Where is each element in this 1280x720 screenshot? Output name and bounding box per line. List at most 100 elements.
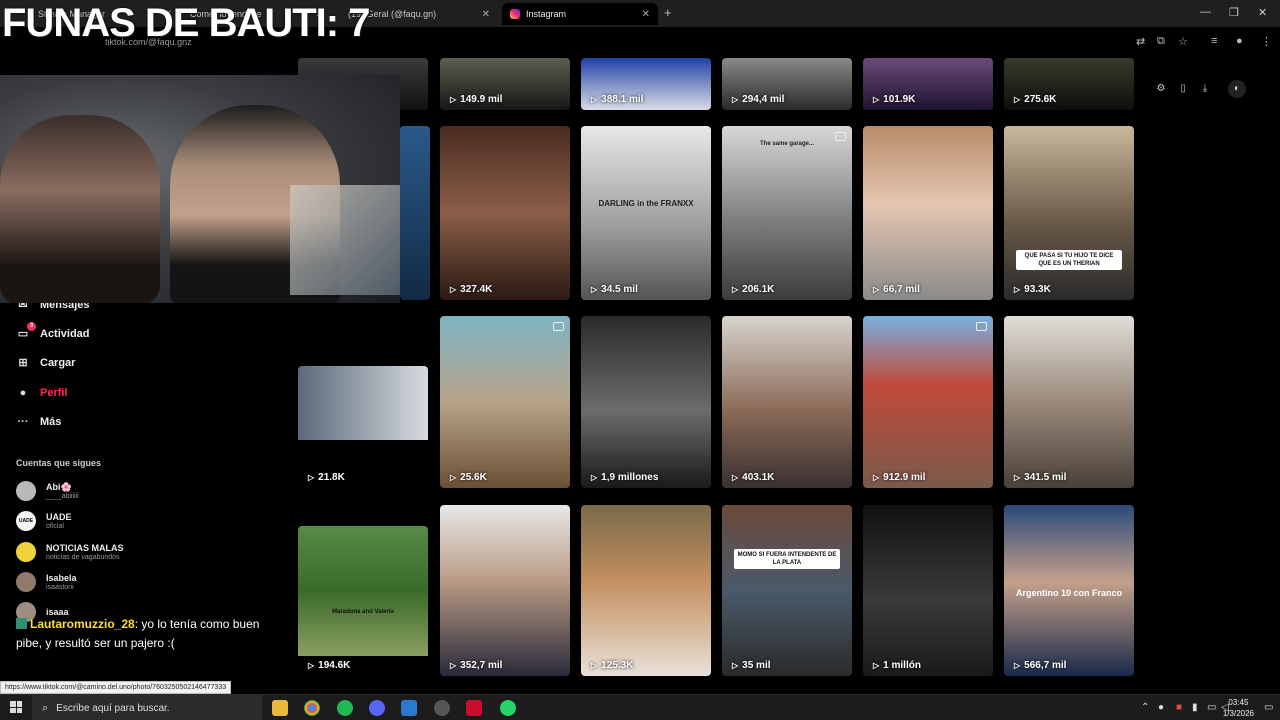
download-icon[interactable]: ⤓ — [1196, 80, 1214, 98]
video-caption: Maradona and Valeria — [332, 609, 394, 615]
following-item[interactable]: Abi🌸 ____abiiiiii — [16, 481, 79, 501]
view-count: ▷ 125.3K — [591, 660, 634, 671]
video-thumbnail[interactable] — [400, 126, 430, 300]
sidebar-item-cargar[interactable]: ⊞ Cargar — [16, 356, 75, 370]
video-thumbnail[interactable]: ▷ 25.6K — [440, 316, 570, 488]
close-icon[interactable]: ✕ — [642, 9, 650, 20]
close-window-icon[interactable]: ✕ — [1258, 6, 1267, 19]
tray-usb-icon[interactable]: ▮ — [1192, 702, 1198, 713]
view-count: ▷ 35 mil — [732, 660, 771, 671]
minimize-icon[interactable]: — — [1200, 6, 1211, 18]
instagram-icon — [510, 9, 520, 19]
tray-app-icon[interactable]: ● — [1158, 702, 1164, 713]
video-thumbnail[interactable]: ▷ 327.4K — [440, 126, 570, 300]
play-icon: ▷ — [1014, 661, 1021, 670]
video-image — [298, 366, 428, 440]
video-thumbnail[interactable]: ▷ 125.3K — [581, 505, 711, 676]
video-thumbnail[interactable]: ▷ 275.6K — [1004, 58, 1134, 110]
play-icon: ▷ — [450, 661, 457, 670]
video-thumbnail[interactable]: ▷ 1,9 millones — [581, 316, 711, 488]
view-count: ▷ 388.1 mil — [591, 94, 644, 105]
video-thumbnail[interactable]: Maradona and Valeria ▷ 194.6K — [298, 526, 428, 676]
toggle-icon[interactable]: ◐ — [1228, 80, 1246, 98]
obs-icon[interactable] — [434, 700, 450, 716]
play-icon: ▷ — [591, 95, 598, 104]
video-thumbnail[interactable]: ▷ 149.9 mil — [440, 58, 570, 110]
following-item[interactable]: NOTICIAS MALAS noticias de vagabundos — [16, 542, 124, 562]
clock-date: 1/3/2026 — [1222, 709, 1254, 718]
play-icon: ▷ — [591, 473, 598, 482]
tab-instagram[interactable]: Instagram ✕ — [502, 3, 658, 25]
video-thumbnail[interactable]: ▷ 403.1K — [722, 316, 852, 488]
network-icon[interactable]: ▭ — [1207, 702, 1216, 713]
video-thumbnail[interactable]: DARLING in the FRANXX ▷ 34.5 mil — [581, 126, 711, 300]
following-item[interactable]: Isabela isaastorii — [16, 572, 77, 592]
video-thumbnail[interactable]: ▷ 66,7 mil — [863, 126, 993, 300]
install-icon[interactable]: ⧉ — [1157, 35, 1165, 48]
restore-icon[interactable]: ❐ — [1229, 6, 1239, 19]
translate-icon[interactable]: ⇄ — [1136, 35, 1145, 48]
avatar — [16, 542, 36, 562]
video-thumbnail[interactable]: ▷ 388.1 mil — [581, 58, 711, 110]
play-icon: ▷ — [450, 285, 457, 294]
discord-icon[interactable] — [369, 700, 385, 716]
tray-record-icon[interactable]: ■ — [1176, 702, 1182, 713]
carousel-icon — [976, 322, 987, 331]
windows-start-icon[interactable] — [10, 701, 22, 713]
video-caption: DARLING in the FRANXX — [598, 199, 694, 208]
new-tab-button[interactable]: + — [664, 5, 672, 20]
sidebar-item-label: Actividad — [40, 328, 90, 340]
menu-kebab-icon[interactable]: ⋮ — [1261, 35, 1272, 48]
file-explorer-icon[interactable] — [272, 700, 288, 716]
profile-avatar-icon[interactable]: ● — [1236, 35, 1243, 47]
video-thumbnail[interactable]: ▷ 21.8K — [298, 366, 428, 488]
video-thumbnail[interactable]: ▷ 101.9K — [863, 58, 993, 110]
spotify-icon[interactable] — [337, 700, 353, 716]
video-thumbnail[interactable]: The same garage... ▷ 206.1K — [722, 126, 852, 300]
video-thumbnail[interactable]: ▷ 341.5 mil — [1004, 316, 1134, 488]
following-section-title: Cuentas que sigues — [16, 458, 102, 468]
sidebar-item-actividad[interactable]: ▭ 3 Actividad — [16, 322, 90, 341]
avatar — [16, 481, 36, 501]
bookmark-star-icon[interactable]: ☆ — [1178, 35, 1188, 48]
notification-icon[interactable]: ▭ — [1264, 702, 1273, 713]
app-icon[interactable] — [466, 700, 482, 716]
play-icon: ▷ — [732, 95, 739, 104]
sidebar-item-perfil[interactable]: ● Perfil — [16, 386, 68, 400]
account-handle: oficial — [46, 522, 64, 530]
view-count: ▷ 352,7 mil — [450, 660, 503, 671]
chat-badge-icon — [16, 618, 27, 629]
view-count: ▷ 294,4 mil — [732, 94, 785, 105]
sidebar-item-mas[interactable]: ··· Más — [16, 415, 62, 429]
whatsapp-icon[interactable] — [500, 700, 516, 716]
play-icon: ▷ — [732, 473, 739, 482]
video-thumbnail[interactable]: ▷ 912.9 mil — [863, 316, 993, 488]
phone-icon[interactable]: ▯ — [1174, 80, 1192, 98]
video-thumbnail[interactable]: QUE PASA SI TU HIJO TE DICE QUE ES UN TH… — [1004, 126, 1134, 300]
video-thumbnail[interactable]: ▷ 294,4 mil — [722, 58, 852, 110]
video-thumbnail[interactable]: ▷ 352,7 mil — [440, 505, 570, 676]
view-count: ▷ 25.6K — [450, 472, 487, 483]
video-thumbnail[interactable]: Argentino 10 con Franco ▷ 566,7 mil — [1004, 505, 1134, 676]
background-clutter — [290, 185, 400, 295]
tray-chevron-icon[interactable]: ⌃ — [1141, 702, 1149, 713]
play-icon: ▷ — [732, 661, 739, 670]
view-count: ▷ 912.9 mil — [873, 472, 926, 483]
close-icon[interactable]: ✕ — [482, 9, 490, 20]
taskbar-search[interactable]: ⌕ Escribe aquí para buscar. — [32, 695, 262, 720]
settings-icon[interactable]: ⚙ — [1152, 80, 1170, 98]
chat-username: Lautaromuzzio_28 — [30, 617, 135, 631]
video-caption: MOMO SI FUERA INTENDENTE DE LA PLATA — [734, 549, 840, 569]
view-count: ▷ 327.4K — [450, 284, 493, 295]
video-thumbnail[interactable]: MOMO SI FUERA INTENDENTE DE LA PLATA ▷ 35 … — [722, 505, 852, 676]
streamer-left — [0, 115, 160, 303]
video-caption: The same garage... — [759, 141, 815, 147]
chrome-icon[interactable] — [304, 700, 320, 716]
view-count: ▷ 34.5 mil — [591, 284, 638, 295]
following-item[interactable]: UADE UADE oficial — [16, 511, 72, 531]
view-count: ▷ 566,7 mil — [1014, 660, 1067, 671]
video-thumbnail[interactable]: ▷ 1 millón — [863, 505, 993, 676]
tab-search-icon[interactable]: ≡ — [1211, 35, 1217, 47]
store-icon[interactable] — [401, 700, 417, 716]
taskbar-clock[interactable]: 03:45 1/3/2026 — [1223, 697, 1254, 719]
